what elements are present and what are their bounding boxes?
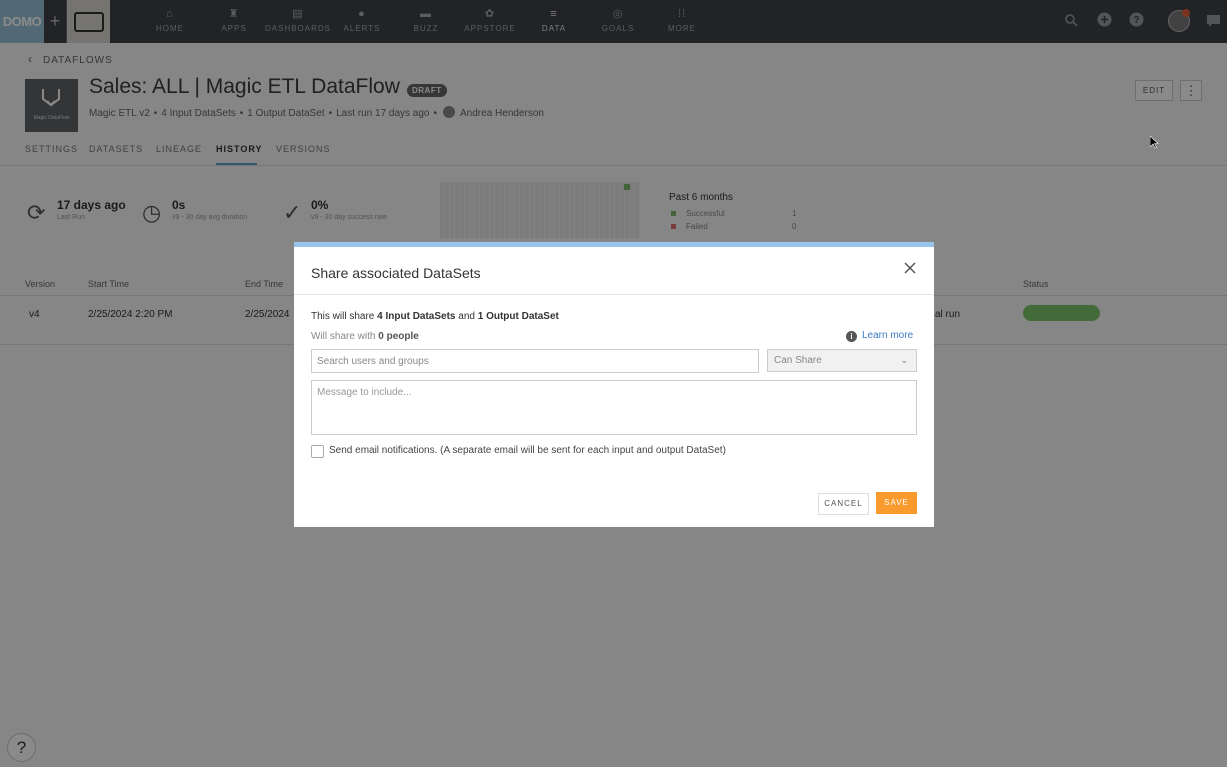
- mouse-cursor-icon: [1149, 135, 1159, 152]
- learn-more-link[interactable]: i Learn more: [846, 330, 913, 342]
- cancel-button[interactable]: CANCEL: [818, 493, 869, 515]
- modal-title: Share associated DataSets: [311, 265, 481, 281]
- message-input[interactable]: [311, 380, 917, 435]
- info-icon: i: [846, 331, 857, 342]
- modal-divider: [294, 294, 934, 295]
- close-icon[interactable]: [904, 261, 916, 279]
- share-summary: This will share 4 Input DataSets and 1 O…: [311, 311, 559, 322]
- permission-select[interactable]: Can Share ⌄: [767, 349, 917, 372]
- email-notifications-checkbox[interactable]: [311, 445, 324, 458]
- email-notifications-label[interactable]: Send email notifications. (A separate em…: [329, 445, 726, 456]
- share-datasets-modal: Share associated DataSets This will shar…: [294, 242, 934, 527]
- will-share-count: Will share with 0 people: [311, 331, 419, 342]
- save-button[interactable]: SAVE: [876, 492, 917, 514]
- search-users-input[interactable]: [311, 349, 759, 373]
- chevron-down-icon: ⌄: [900, 355, 908, 365]
